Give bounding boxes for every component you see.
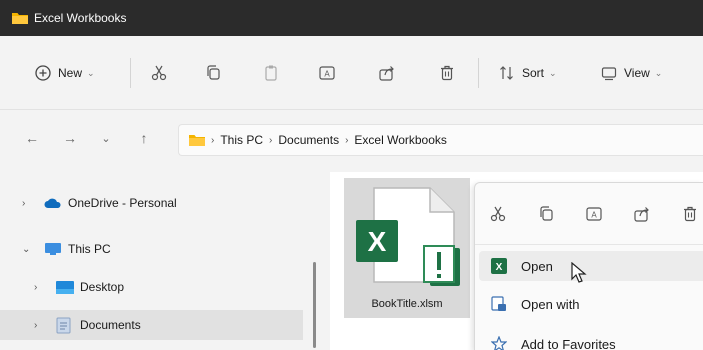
breadcrumb-separator-icon: › [345,134,349,146]
nav-item-this-pc[interactable]: ⌄ This PC [0,234,303,264]
breadcrumb-this-pc[interactable]: This PC [220,133,263,147]
new-label: New [58,66,83,80]
collapse-chevron-icon[interactable]: ⌄ [22,244,30,255]
context-menu-quick-actions: A [475,183,703,245]
delete-icon[interactable] [681,205,699,223]
folder-icon [189,135,205,146]
command-bar: New ⌄ A Sort ⌄ View ⌄ [0,36,703,110]
copy-icon [207,65,220,80]
menu-item-open[interactable]: X Open [479,251,703,283]
rename-icon[interactable]: A [585,205,603,223]
open-with-icon [491,296,506,311]
new-button[interactable]: New ⌄ [34,56,95,90]
svg-text:X: X [368,226,387,257]
rename-button[interactable]: A [318,56,336,90]
view-icon [601,67,617,81]
breadcrumb-excel-workbooks[interactable]: Excel Workbooks [354,133,446,147]
paste-button[interactable] [262,56,280,90]
excel-icon: X [491,258,507,274]
sort-label: Sort [522,66,545,80]
file-tile-selected[interactable]: X [344,178,470,318]
nav-item-label: This PC [68,242,111,256]
rename-icon: A [319,66,335,80]
up-arrow-icon[interactable]: ↑ [134,130,154,146]
paste-icon [265,65,277,81]
cut-button[interactable] [150,56,168,90]
context-menu: A X Open Open with Add to Favorites [474,182,703,350]
nav-item-label: OneDrive - Personal [68,196,177,210]
share-icon [379,66,394,81]
svg-text:X: X [496,262,503,273]
navigation-pane: › OneDrive - Personal ⌄ This PC › Deskto… [0,172,303,350]
desktop-icon [56,280,74,294]
copy-icon[interactable] [537,205,555,223]
plus-circle-icon [35,65,51,81]
documents-icon [56,317,71,333]
recent-locations-chevron-icon[interactable]: ⌄ [96,132,116,145]
toolbar-divider [130,58,131,88]
share-button[interactable] [378,56,396,90]
breadcrumb-separator-icon: › [269,134,273,146]
view-label: View [624,66,650,80]
menu-item-add-to-favorites[interactable]: Add to Favorites [479,329,703,350]
nav-item-desktop[interactable]: › Desktop [0,272,303,302]
excel-macro-file-icon: X [356,187,460,286]
folder-icon [12,13,28,24]
sort-button[interactable]: Sort ⌄ [498,56,557,90]
expand-chevron-icon[interactable]: › [22,198,25,209]
address-bar[interactable]: › This PC › Documents › Excel Workbooks [178,124,703,156]
address-row: ← → ⌄ ↑ › This PC › Documents › Excel Wo… [0,110,703,172]
star-icon [491,336,507,350]
nav-item-onedrive[interactable]: › OneDrive - Personal [0,188,303,218]
share-icon[interactable] [633,205,651,223]
nav-item-documents[interactable]: › Documents [0,310,303,340]
monitor-icon [45,243,61,255]
cut-icon[interactable] [489,205,507,223]
expand-chevron-icon[interactable]: › [34,320,37,331]
menu-item-open-with[interactable]: Open with [479,289,703,319]
back-arrow-icon[interactable]: ← [22,130,42,146]
breadcrumb-separator-icon: › [211,134,215,146]
chevron-down-icon: ⌄ [87,67,95,78]
delete-icon [441,65,453,81]
delete-button[interactable] [438,56,456,90]
mouse-cursor-icon [571,262,587,283]
nav-item-label: Documents [80,318,141,332]
file-name: BookTitle.xlsm [371,298,443,310]
nav-item-label: Desktop [80,280,125,294]
sort-icon [500,66,513,80]
svg-text:A: A [324,70,330,79]
nav-scrollbar[interactable] [313,262,316,348]
chevron-down-icon: ⌄ [654,67,663,78]
cloud-icon [44,198,61,208]
svg-text:A: A [591,211,597,220]
window-title: Excel Workbooks [34,11,127,25]
expand-chevron-icon[interactable]: › [34,282,37,293]
chevron-down-icon: ⌄ [549,67,557,78]
view-button[interactable]: View ⌄ [600,56,662,90]
menu-item-label: Add to Favorites [521,336,616,350]
title-bar: Excel Workbooks [0,0,703,36]
forward-arrow-icon[interactable]: → [60,130,80,146]
toolbar-divider [478,58,479,88]
breadcrumb-documents[interactable]: Documents [278,133,339,147]
menu-item-label: Open [521,258,553,274]
cut-icon [151,65,167,81]
menu-item-label: Open with [521,296,580,312]
copy-button[interactable] [204,56,222,90]
